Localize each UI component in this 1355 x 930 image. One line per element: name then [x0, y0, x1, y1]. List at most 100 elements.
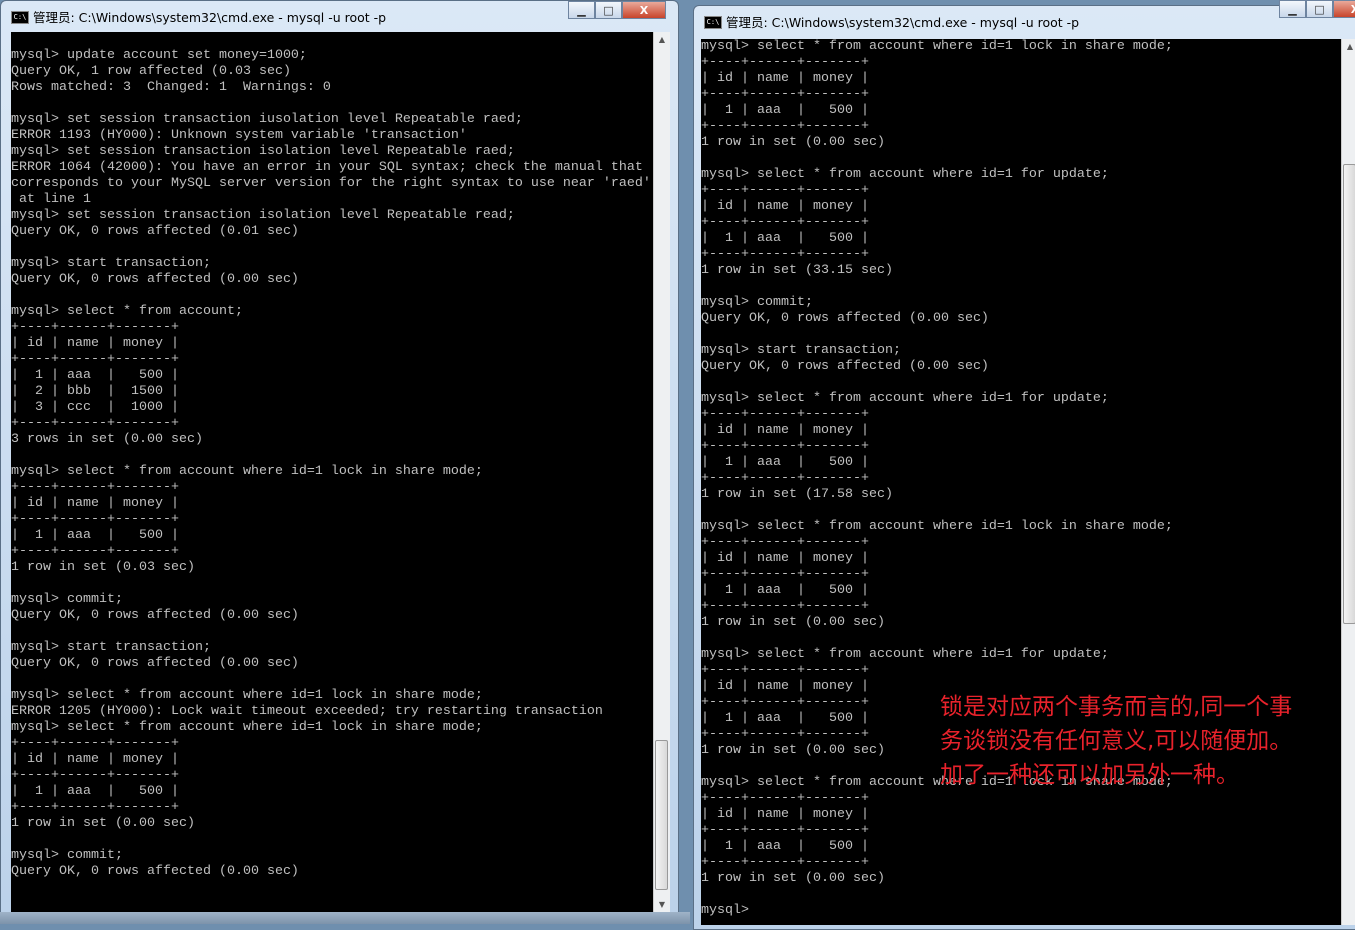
console-line: | id | name | money |	[701, 423, 869, 438]
console-line: 1 row in set (0.00 sec)	[11, 816, 195, 831]
console-output[interactable]: mysql> update account set money=1000; Que…	[11, 32, 653, 913]
console-line: +----+------+-------+	[11, 352, 179, 367]
console-line: mysql> commit;	[11, 592, 123, 607]
console-line: mysql> select * from account where id=1 …	[701, 519, 1173, 534]
console-line: 3 rows in set (0.00 sec)	[11, 432, 203, 447]
scroll-up-arrow-icon[interactable]: ▲	[654, 32, 670, 48]
scrollbar-thumb[interactable]	[655, 740, 668, 890]
console-line: +----+------+-------+	[701, 119, 869, 134]
console-line: mysql> select * from account where id=1 …	[11, 688, 483, 703]
title-bar[interactable]: C:\ 管理员: C:\Windows\system32\cmd.exe - m…	[1, 1, 678, 31]
console-line: | id | name | money |	[701, 807, 869, 822]
console-line: | id | name | money |	[11, 752, 179, 767]
console-line: mysql> set session transaction iusolatio…	[11, 112, 523, 127]
console-line: Query OK, 0 rows affected (0.00 sec)	[701, 311, 989, 326]
console-output[interactable]: mysql> select * from account where id=1 …	[701, 39, 1341, 925]
console-line: Query OK, 0 rows affected (0.00 sec)	[11, 656, 299, 671]
scroll-down-arrow-icon[interactable]: ▼	[654, 897, 670, 913]
console-line: +----+------+-------+	[701, 215, 869, 230]
console-line: 1 row in set (0.00 sec)	[701, 135, 885, 150]
console-line: mysql> set session transaction isolation…	[11, 144, 515, 159]
console-line: Query OK, 0 rows affected (0.00 sec)	[11, 864, 299, 879]
console-line: +----+------+-------+	[701, 247, 869, 262]
console-line: +----+------+-------+	[701, 535, 869, 550]
console-line: | id | name | money |	[701, 551, 869, 566]
console-line: +----+------+-------+	[701, 599, 869, 614]
cmd-icon: C:\	[11, 11, 29, 24]
vertical-scrollbar[interactable]: ▲	[1341, 39, 1355, 925]
maximize-button[interactable]: □	[595, 1, 622, 19]
console-line: ERROR 1205 (HY000): Lock wait timeout ex…	[11, 704, 603, 719]
console-line: | 1 | aaa | 500 |	[701, 839, 869, 854]
window-title: 管理员: C:\Windows\system32\cmd.exe - mysql…	[726, 15, 1080, 30]
console-line: +----+------+-------+	[11, 544, 179, 559]
console-line: mysql> select * from account where id=1 …	[701, 391, 1109, 406]
console-line: mysql>	[701, 903, 757, 918]
title-bar[interactable]: C:\ 管理员: C:\Windows\system32\cmd.exe - m…	[694, 0, 1355, 36]
maximize-button[interactable]: □	[1306, 0, 1333, 18]
console-line: Query OK, 0 rows affected (0.01 sec)	[11, 224, 299, 239]
console-line: mysql> select * from account where id=1 …	[701, 647, 1109, 662]
close-button[interactable]: X	[622, 1, 666, 19]
left-cmd-window: C:\ 管理员: C:\Windows\system32\cmd.exe - m…	[0, 0, 679, 914]
minimize-button[interactable]: ▁	[1279, 0, 1306, 18]
console-line: +----+------+-------+	[701, 823, 869, 838]
console-line: +----+------+-------+	[11, 480, 179, 495]
console-line: ERROR 1064 (42000): You have an error in…	[11, 160, 643, 175]
annotation-line: 锁是对应两个事务而言的,同一个事	[940, 694, 1293, 720]
console-line: | id | name | money |	[11, 336, 179, 351]
console-line: +----+------+-------+	[701, 471, 869, 486]
console-line: 1 row in set (0.00 sec)	[701, 615, 885, 630]
console-line: Query OK, 1 row affected (0.03 sec)	[11, 64, 291, 79]
console-line: mysql> select * from account where id=1 …	[701, 167, 1109, 182]
cmd-icon: C:\	[704, 16, 722, 29]
console-line: +----+------+-------+	[11, 512, 179, 527]
console-line: +----+------+-------+	[701, 439, 869, 454]
console-line: | 3 | ccc | 1000 |	[11, 400, 179, 415]
console-line: | 1 | aaa | 500 |	[701, 231, 869, 246]
scroll-up-arrow-icon[interactable]: ▲	[1342, 39, 1355, 55]
console-line: +----+------+-------+	[701, 87, 869, 102]
console-line: at line 1	[11, 192, 91, 207]
console-line: Rows matched: 3 Changed: 1 Warnings: 0	[11, 80, 331, 95]
console-line: +----+------+-------+	[701, 407, 869, 422]
minimize-button[interactable]: ▁	[568, 1, 595, 19]
console-line: | 1 | aaa | 500 |	[11, 368, 179, 383]
red-annotation: 锁是对应两个事务而言的,同一个事 务谈锁没有任何意义,可以随便加。 加了一种还可…	[940, 690, 1292, 792]
console-line: mysql> start transaction;	[11, 256, 211, 271]
console-line: +----+------+-------+	[701, 55, 869, 70]
close-button[interactable]: X	[1333, 0, 1355, 18]
taskbar[interactable]	[0, 912, 690, 924]
console-line: +----+------+-------+	[701, 183, 869, 198]
console-line: mysql> set session transaction isolation…	[11, 208, 515, 223]
console-line: +----+------+-------+	[701, 663, 869, 678]
vertical-scrollbar[interactable]: ▲ ▼	[653, 32, 670, 913]
window-title: 管理员: C:\Windows\system32\cmd.exe - mysql…	[33, 10, 387, 25]
console-line: 1 row in set (0.00 sec)	[701, 871, 885, 886]
console-line: | id | name | money |	[11, 496, 179, 511]
scrollbar-thumb[interactable]	[1343, 164, 1355, 624]
console-line: mysql> select * from account where id=1 …	[701, 39, 1173, 54]
console-line: | 1 | aaa | 500 |	[701, 455, 869, 470]
console-line: mysql> start transaction;	[701, 343, 901, 358]
console-line: | id | name | money |	[701, 199, 869, 214]
console-line: +----+------+-------+	[701, 567, 869, 582]
console-line: 1 row in set (0.03 sec)	[11, 560, 195, 575]
console-line: +----+------+-------+	[11, 800, 179, 815]
console-line: mysql> update account set money=1000;	[11, 48, 307, 63]
console-line: +----+------+-------+	[701, 855, 869, 870]
annotation-line: 加了一种还可以加另外一种。	[940, 762, 1239, 788]
